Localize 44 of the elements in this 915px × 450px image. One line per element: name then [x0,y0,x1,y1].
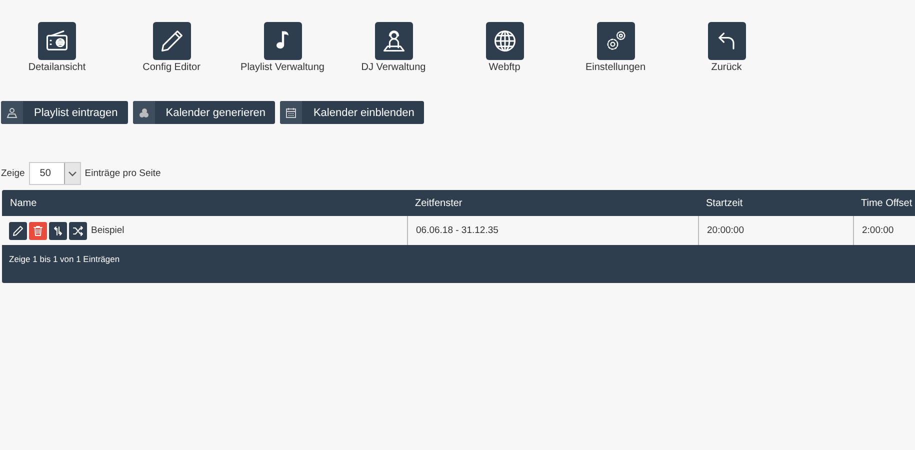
shuffle-button[interactable] [69,222,87,240]
nav-label[interactable]: Zurück [711,62,742,73]
repeat-icon [52,224,64,236]
table-info: Zeige 1 bis 1 von 1 Einträgen [9,254,120,264]
calendar-icon [285,106,298,118]
trash-icon [32,224,44,236]
globe-icon [492,28,518,54]
action-button[interactable]: Kalender generieren [132,101,276,124]
nav-label[interactable]: Einstellungen [585,62,646,73]
table-cell: 2:00:00 [862,225,894,236]
column-header[interactable]: Zeitfenster [407,190,698,216]
edit-button[interactable] [9,222,27,240]
column-header[interactable]: Startzeit [698,190,853,216]
nav-label[interactable]: Playlist Verwaltung [240,62,324,73]
column-header[interactable]: Name [2,190,407,216]
cluster-icon [138,106,150,118]
nav-label[interactable]: DJ Verwaltung [361,62,426,73]
action-button[interactable]: Playlist eintragen [1,101,128,124]
person-icon [6,106,18,118]
column-header[interactable]: Time Offset [853,190,915,216]
nav-label[interactable]: Webftp [488,62,520,73]
nav-tile-button[interactable] [596,22,634,60]
table-cell: 20:00:00 [707,225,744,236]
repeat-button[interactable] [49,222,67,240]
nav-tile-button[interactable] [264,22,302,60]
pencil-icon [158,28,184,54]
nav-label[interactable]: Config Editor [142,62,200,73]
table-cell: Beispiel [91,225,124,236]
nav-tile-button[interactable] [38,22,76,60]
page-length-select[interactable]: 50 [28,162,81,185]
nav-tile-button[interactable] [708,22,746,60]
nav-tile-button[interactable] [374,22,412,60]
length-prefix: Zeige [1,168,25,179]
nav-label[interactable]: Detailansicht [28,62,86,73]
length-suffix: Einträge pro Seite [84,168,161,179]
shuffle-icon [72,224,84,236]
pencil-icon [12,224,24,236]
person-headphones-icon [380,28,406,54]
nav-tile-button[interactable] [152,22,190,60]
delete-button[interactable] [29,222,47,240]
action-button[interactable]: Kalender einblenden [280,101,424,124]
chevron-down-icon [68,170,77,176]
nav-tile-button[interactable] [486,22,524,60]
table-cell: 06.06.18 - 31.12.35 [416,225,498,236]
